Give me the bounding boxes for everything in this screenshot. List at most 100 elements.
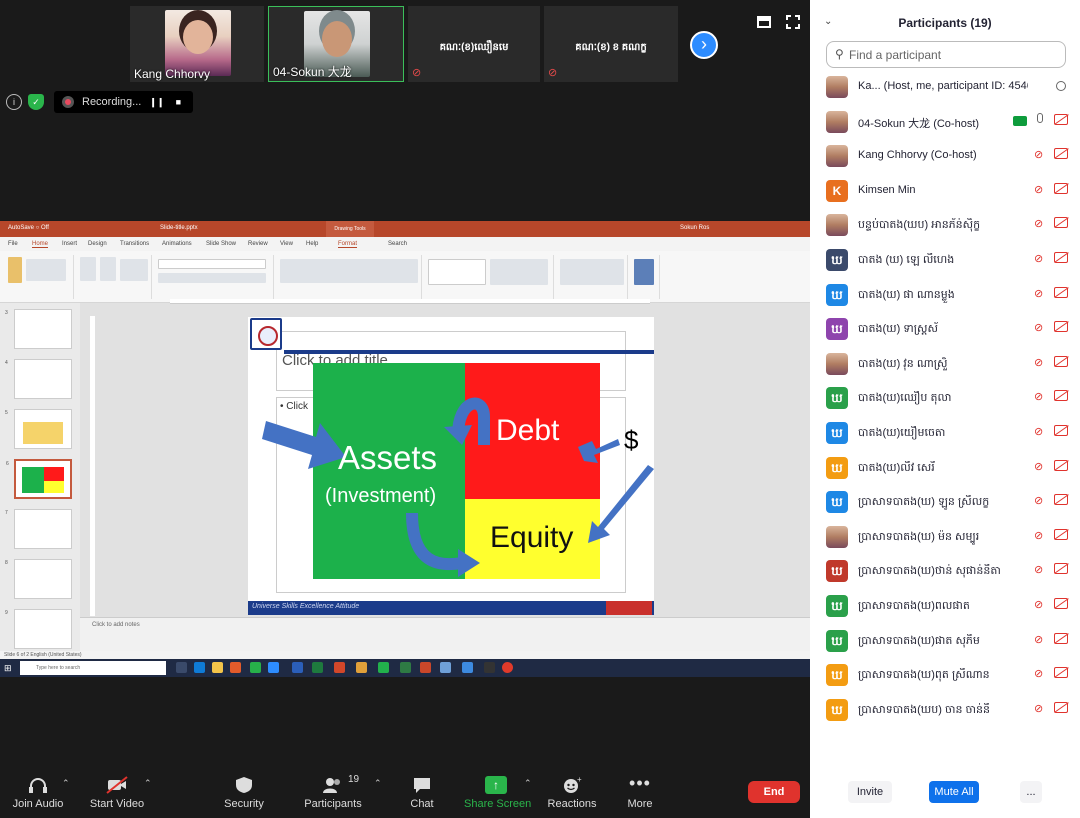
app-icon[interactable] [484, 662, 495, 673]
chat-button[interactable]: Chat [402, 768, 442, 818]
video-off-icon[interactable] [1054, 632, 1068, 644]
slide-thumbnail[interactable]: 3 [5, 309, 72, 349]
muted-mic-icon[interactable]: ⊘ [1034, 287, 1043, 300]
slide-thumbnail[interactable]: 7 [5, 509, 72, 549]
participant-row[interactable]: ឃ ប្រាសាទបាតង(ឃ) ឡូន ស្រីលក្ខ ⊘ [810, 485, 1080, 520]
muted-mic-icon[interactable]: ⊘ [1034, 667, 1043, 680]
current-slide[interactable]: Click to add title • Click Assets (Inves… [248, 317, 654, 615]
video-off-icon[interactable] [1054, 113, 1068, 125]
participant-row[interactable]: ឃ ប្រាសាទបាតង(ឃ)ពុត ស្រីណាន ⊘ [810, 658, 1080, 693]
excel-icon[interactable] [312, 662, 323, 673]
slide-thumbnail[interactable]: 4 [5, 359, 72, 399]
video-tile[interactable]: គណៈ(ខ)ឈឿនមេ ⊘ [408, 6, 540, 82]
participant-row[interactable]: ឃ បាតង(ឃ) ទាស្ត្រស័ ⊘ [810, 312, 1080, 347]
participant-row[interactable]: ឃ ប្រាសាទបាតង(ឃប) ចាន ចាន់នី ⊘ [810, 693, 1080, 728]
participant-row[interactable]: Kang Chhorvy (Co-host) ⊘ [810, 139, 1080, 174]
muted-mic-icon[interactable]: ⊘ [1034, 598, 1043, 611]
edge-icon[interactable] [194, 662, 205, 673]
video-tile[interactable]: គណៈ(ខ) ខ គណក្ខ ⊘ [544, 6, 678, 82]
participant-row[interactable]: ឃ បាតង(ឃ)លីវ សេរី ⊘ [810, 451, 1080, 486]
muted-mic-icon[interactable]: ⊘ [1034, 425, 1043, 438]
search-input[interactable] [849, 45, 1059, 64]
firefox-icon[interactable] [230, 662, 241, 673]
participant-row[interactable]: បាតង(ឃ) វុន ណាស្រួ៏ ⊘ [810, 347, 1080, 382]
muted-mic-icon[interactable]: ⊘ [1034, 633, 1043, 646]
video-off-icon[interactable] [1054, 701, 1068, 713]
line-icon[interactable] [378, 662, 389, 673]
info-icon[interactable]: i [6, 94, 22, 110]
muted-mic-icon[interactable]: ⊘ [1034, 460, 1043, 473]
windows-search-input[interactable]: Type here to search [20, 661, 166, 675]
muted-mic-icon[interactable]: ⊘ [1034, 148, 1043, 161]
slide-thumbnail-selected[interactable]: 6 [6, 459, 72, 499]
slide-thumbnail[interactable]: 5 [5, 409, 72, 449]
video-off-icon[interactable] [1054, 251, 1068, 263]
chrome-icon[interactable] [334, 662, 345, 673]
muted-mic-icon[interactable]: ⊘ [1034, 563, 1043, 576]
word-icon[interactable] [292, 662, 303, 673]
slide-thumbnails-pane[interactable]: 3 4 5 6 7 8 9 [0, 303, 80, 653]
muted-mic-icon[interactable]: ⊘ [1034, 390, 1043, 403]
participants-button[interactable]: 19 Participants [302, 768, 364, 818]
app-icon[interactable] [400, 662, 411, 673]
muted-mic-icon[interactable]: ⊘ [1034, 183, 1043, 196]
participants-caret-icon[interactable]: ⌃ [374, 778, 382, 789]
pause-recording-icon[interactable]: ❙❙ [149, 97, 164, 108]
record-app-icon[interactable] [502, 662, 513, 673]
video-off-icon[interactable] [1054, 667, 1068, 679]
video-tile-active-speaker[interactable]: 04-Sokun 大龙 [268, 6, 404, 82]
mute-all-button[interactable]: Mute All [929, 781, 979, 803]
more-button[interactable]: ••• More [620, 768, 660, 818]
share-options-caret-icon[interactable]: ⌃ [524, 778, 532, 789]
participant-row[interactable]: ឃ ប្រាសាទបាតង(ឃ)ពលផាត ⊘ [810, 589, 1080, 624]
participant-row[interactable]: ឃ ប្រាសាទបាតង(ឃ)ផាត សុភឹម ⊘ [810, 624, 1080, 659]
stop-recording-icon[interactable]: ■ [171, 97, 185, 107]
video-off-icon[interactable] [1054, 148, 1068, 160]
video-off-icon[interactable] [1054, 563, 1068, 575]
security-button[interactable]: Security [218, 768, 270, 818]
participant-row[interactable]: ឃ បាតង(ឃ) ផា ណានម្លួង ⊘ [810, 278, 1080, 313]
slide-thumbnail[interactable]: 9 [5, 609, 72, 649]
participant-row[interactable]: 04-Sokun 大龙 (Co-host) [810, 105, 1080, 140]
explorer-icon[interactable] [212, 662, 223, 673]
end-meeting-button[interactable]: End [748, 781, 800, 803]
participant-row[interactable]: ឃ បាតង(ឃ)យឿមចេតា ⊘ [810, 416, 1080, 451]
muted-mic-icon[interactable]: ⊘ [1034, 702, 1043, 715]
video-off-icon[interactable] [1054, 355, 1068, 367]
fullscreen-icon[interactable] [786, 15, 800, 29]
shared-screen[interactable]: AutoSave ○ Off Slide-title.pptx Sokun Ro… [0, 221, 810, 677]
invite-button[interactable]: Invite [848, 781, 892, 803]
notes-pane[interactable]: Click to add notes [80, 617, 810, 651]
slide-thumbnail[interactable]: 8 [5, 559, 72, 599]
app-icon[interactable] [462, 662, 473, 673]
participant-row[interactable]: ប្រាសាទបាតង(ឃ) ម៉ន សម្បូរ ⊘ [810, 520, 1080, 555]
wechat-icon[interactable] [250, 662, 261, 673]
participant-row[interactable]: ឃ បាតង (ឃ) ឡេ លីហេង ⊘ [810, 243, 1080, 278]
share-screen-button[interactable]: ↑ Share Screen [464, 768, 531, 818]
video-off-icon[interactable] [1054, 217, 1068, 229]
muted-mic-icon[interactable]: ⊘ [1034, 252, 1043, 265]
video-off-icon[interactable] [1054, 321, 1068, 333]
mic-icon[interactable] [1037, 112, 1043, 123]
video-off-icon[interactable] [1054, 459, 1068, 471]
video-tile[interactable]: Kang Chhorvy [130, 6, 264, 82]
app-icon[interactable] [356, 662, 367, 673]
video-off-icon[interactable] [1054, 286, 1068, 298]
reactions-button[interactable]: + Reactions [546, 768, 598, 818]
muted-mic-icon[interactable]: ⊘ [1034, 217, 1043, 230]
participant-row[interactable]: K Kimsen Min ⊘ [810, 174, 1080, 209]
video-off-icon[interactable] [1054, 597, 1068, 609]
taskview-icon[interactable] [176, 662, 187, 673]
video-off-icon[interactable] [1054, 390, 1068, 402]
muted-mic-icon[interactable]: ⊘ [1034, 321, 1043, 334]
view-layout-icon[interactable] [757, 16, 771, 28]
app-icon[interactable] [440, 662, 451, 673]
muted-mic-icon[interactable]: ⊘ [1034, 494, 1043, 507]
participant-row[interactable]: ឃ ប្រាសាទបាតង(ឃ)ថាន់ សុផាន់នីតា ⊘ [810, 554, 1080, 589]
participant-search[interactable]: ⚲ [826, 41, 1066, 68]
next-page-arrow-icon[interactable]: › [690, 31, 718, 59]
video-off-icon[interactable] [1054, 182, 1068, 194]
participant-row[interactable]: Ka... (Host, me, participant ID: 454691) [810, 70, 1080, 105]
windows-start-icon[interactable]: ⊞ [4, 663, 14, 673]
video-off-icon[interactable] [1054, 424, 1068, 436]
